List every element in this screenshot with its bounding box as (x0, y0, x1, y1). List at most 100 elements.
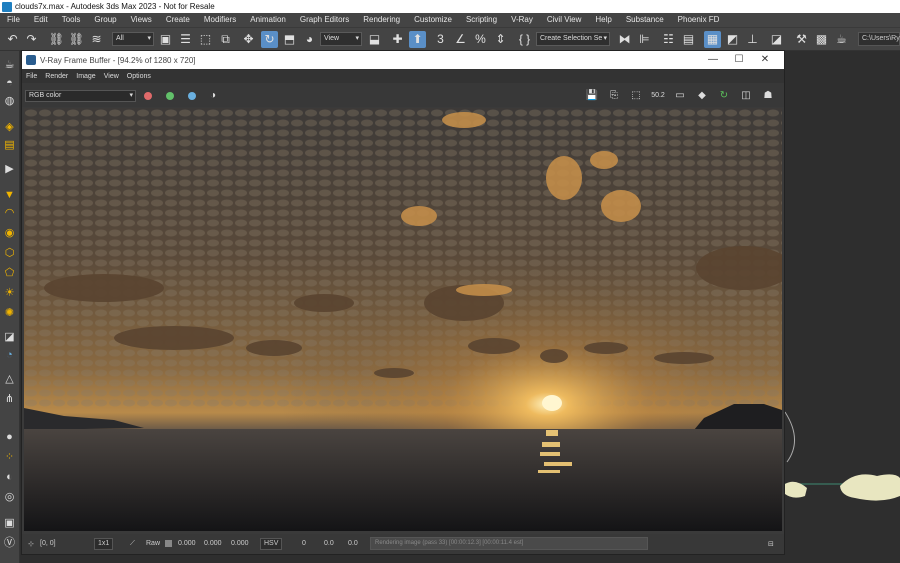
create-shape-icon[interactable]: ◓ (1, 75, 18, 91)
render-interactive-icon[interactable]: ◆ (694, 88, 710, 104)
render-production-icon[interactable]: ☕ (833, 31, 850, 48)
minimize-icon[interactable]: — (700, 51, 726, 69)
vfb-menu-render[interactable]: Render (41, 73, 72, 80)
menu-rendering[interactable]: Rendering (356, 13, 407, 27)
material-sphere-icon[interactable]: ● (1, 429, 18, 445)
scale-icon[interactable]: ⬒ (281, 31, 298, 48)
plane-icon[interactable]: △ (1, 371, 18, 387)
maximize-icon[interactable]: ☐ (726, 51, 752, 69)
stop-render-icon[interactable]: ◫ (738, 88, 754, 104)
save-all-icon[interactable]: ⎘ (606, 88, 622, 104)
layer-explorer-icon[interactable]: ▤ (680, 31, 697, 48)
material-library-icon[interactable]: ⁘ (1, 449, 18, 465)
scene-converter-icon[interactable]: ◎ (1, 489, 18, 505)
render-setup-icon[interactable]: ⚒ (793, 31, 810, 48)
menu-civil-view[interactable]: Civil View (540, 13, 589, 27)
sphere-light-icon[interactable]: ◉ (1, 225, 18, 241)
menu-file[interactable]: File (0, 13, 27, 27)
pivot-center-icon[interactable]: ⬓ (366, 31, 383, 48)
window-crossing-icon[interactable]: ⧉ (217, 31, 234, 48)
color-mode-select[interactable]: HSV (260, 538, 283, 550)
ies-light-icon[interactable]: ⬠ (1, 265, 18, 281)
camera-icon[interactable]: ▶ (1, 161, 18, 177)
history-icon[interactable]: 50.2 (650, 88, 666, 104)
menu-scripting[interactable]: Scripting (459, 13, 504, 27)
rendered-frame-window-icon[interactable]: ▩ (813, 31, 830, 48)
undo-icon[interactable]: ↶ (4, 31, 21, 48)
lights-icon[interactable]: ◈ (1, 119, 18, 135)
menu-customize[interactable]: Customize (407, 13, 459, 27)
render-camera-icon[interactable]: ☗ (760, 88, 776, 104)
proxy-icon[interactable]: ◪ (1, 329, 18, 345)
save-image-icon[interactable]: 💾 (584, 88, 600, 104)
blue-channel-toggle[interactable] (188, 92, 196, 100)
angle-snap-icon[interactable]: ∠ (452, 31, 469, 48)
rotate-icon[interactable]: ↻ (261, 31, 278, 48)
render-last-icon[interactable]: ↻ (716, 88, 732, 104)
vfb-menu-image[interactable]: Image (72, 73, 99, 80)
lightmix-icon[interactable]: ◐ (1, 469, 18, 485)
menu-phoenix-fd[interactable]: Phoenix FD (671, 13, 727, 27)
menu-views[interactable]: Views (124, 13, 159, 27)
move-icon[interactable]: ✥ (240, 31, 257, 48)
ambient-light-icon[interactable]: ✺ (1, 305, 18, 321)
region-render-icon[interactable]: ▭ (672, 88, 688, 104)
menu-graph-editors[interactable]: Graph Editors (293, 13, 356, 27)
schematic-view-icon[interactable]: ⊥ (744, 31, 761, 48)
mirror-icon[interactable]: ⧓ (616, 31, 633, 48)
scene-explorer-icon[interactable]: ☷ (660, 31, 677, 48)
place-icon[interactable]: ◕ (301, 31, 318, 48)
select-object-icon[interactable]: ▣ (157, 31, 174, 48)
menu-animation[interactable]: Animation (243, 13, 293, 27)
create-sphere-icon[interactable]: ◍ (1, 93, 18, 109)
vfb-icon[interactable]: ▣ (1, 515, 18, 531)
sun-icon[interactable]: ☀ (1, 285, 18, 301)
menu-modifiers[interactable]: Modifiers (197, 13, 243, 27)
dome-light-icon[interactable]: ◠ (1, 205, 18, 221)
select-manipulate-icon[interactable]: ✚ (389, 31, 406, 48)
menu-create[interactable]: Create (159, 13, 197, 27)
bind-space-warp-icon[interactable]: ≋ (88, 31, 105, 48)
pixel-picker-icon[interactable]: ⊹ (28, 540, 34, 548)
menu-vray[interactable]: V-Ray (504, 13, 540, 27)
snaps-toggle-icon[interactable]: 3 (432, 31, 449, 48)
menu-group[interactable]: Group (87, 13, 123, 27)
track-mouse-icon[interactable]: ⬚ (628, 88, 644, 104)
selection-filter-dropdown[interactable]: All (112, 32, 154, 46)
channel-select[interactable]: RGB color (25, 90, 136, 102)
green-channel-toggle[interactable] (166, 92, 174, 100)
keyboard-shortcut-override-icon[interactable]: ⬆ (409, 31, 426, 48)
mono-mode-icon[interactable]: ◑ (205, 88, 221, 104)
edit-named-selection-icon[interactable]: { } (516, 31, 533, 48)
menu-tools[interactable]: Tools (55, 13, 88, 27)
vray-logo-icon[interactable]: Ⓥ (1, 535, 18, 551)
sun-helper-icon[interactable]: ▼ (1, 187, 18, 203)
material-editor-icon[interactable]: ◪ (768, 31, 785, 48)
percent-snap-icon[interactable]: % (472, 31, 489, 48)
spinner-snap-icon[interactable]: ⇕ (492, 31, 509, 48)
fur-icon[interactable]: ◔ (1, 347, 18, 363)
named-selection-sets-dropdown[interactable]: Create Selection Se (536, 32, 610, 46)
mesh-light-icon[interactable]: ⬡ (1, 245, 18, 261)
grass-icon[interactable]: ⋔ (1, 391, 18, 407)
link-icon[interactable]: ⛓ (48, 31, 65, 48)
red-channel-toggle[interactable] (144, 92, 152, 100)
align-icon[interactable]: ⊫ (636, 31, 653, 48)
vfb-menu-file[interactable]: File (22, 73, 41, 80)
ribbon-toggle-icon[interactable]: ▦ (704, 31, 721, 48)
light-list-icon[interactable]: ▤ (1, 137, 18, 153)
vfb-menu-view[interactable]: View (100, 73, 123, 80)
menu-help[interactable]: Help (588, 13, 618, 27)
rectangular-selection-icon[interactable]: ⬚ (197, 31, 214, 48)
reference-coordinate-dropdown[interactable]: View (320, 32, 362, 46)
sample-size-select[interactable]: 1x1 (94, 538, 114, 550)
panel-toggle-icon[interactable]: ⊟ (768, 540, 774, 548)
menu-edit[interactable]: Edit (27, 13, 55, 27)
redo-icon[interactable]: ↷ (23, 31, 40, 48)
vfb-menu-options[interactable]: Options (123, 73, 155, 80)
eyedropper-icon[interactable]: ⟋ (130, 540, 135, 548)
unlink-icon[interactable]: ⛓ (68, 31, 85, 48)
close-icon[interactable]: ✕ (752, 51, 778, 69)
project-path-field[interactable]: C:\Users\Rya (858, 32, 900, 46)
menu-substance[interactable]: Substance (619, 13, 671, 27)
